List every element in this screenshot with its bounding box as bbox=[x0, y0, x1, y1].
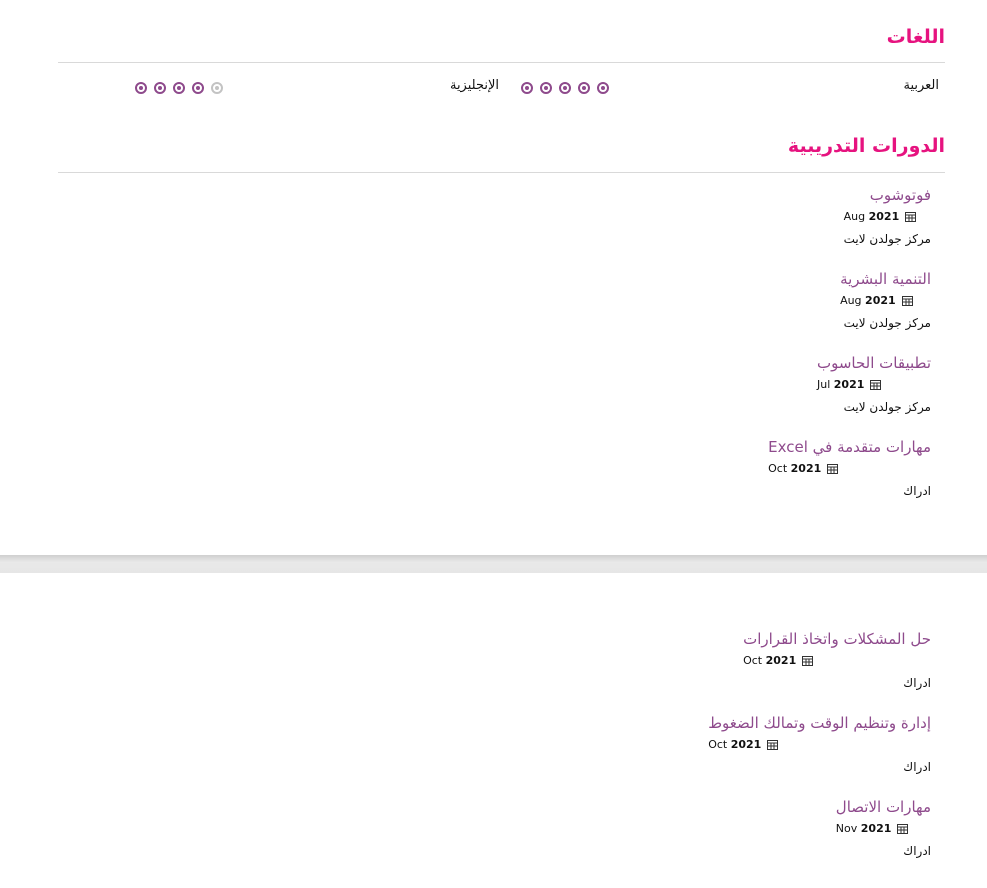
rating-dot-icon bbox=[597, 82, 609, 94]
language-rating-arabic bbox=[521, 82, 609, 94]
calendar-icon bbox=[905, 212, 917, 222]
page-separator bbox=[0, 555, 987, 573]
calendar-icon bbox=[802, 656, 814, 666]
course-organization: ادراك bbox=[903, 844, 931, 858]
course-title: مهارات متقدمة في Excel bbox=[768, 438, 931, 456]
course-title: التنمية البشرية bbox=[840, 270, 931, 288]
course-title: مهارات الاتصال bbox=[835, 798, 931, 816]
course-year: 2021 bbox=[833, 378, 865, 391]
rating-dot-icon bbox=[154, 82, 166, 94]
course-month: Oct bbox=[743, 654, 763, 667]
course-item: تطبيقات الحاسوب Jul 2021 مركز جولدن لايت bbox=[817, 354, 931, 414]
courses-divider bbox=[58, 172, 945, 173]
course-item: التنمية البشرية Aug 2021 مركز جولدن لايت bbox=[840, 270, 931, 330]
course-item: مهارات متقدمة في Excel Oct 2021 ادراك bbox=[768, 438, 931, 498]
calendar-icon bbox=[897, 824, 909, 834]
calendar-icon bbox=[827, 464, 839, 474]
course-date: Oct 2021 bbox=[768, 462, 931, 476]
rating-dot-icon bbox=[521, 82, 533, 94]
course-date: Oct 2021 bbox=[743, 654, 931, 668]
rating-dot-icon bbox=[540, 82, 552, 94]
calendar-icon bbox=[767, 740, 779, 750]
language-name-english: الإنجليزية bbox=[449, 78, 499, 93]
cv-page-1: اللغات العربية الإنجليزية الدورات التدري… bbox=[0, 0, 987, 555]
course-organization: ادراك bbox=[903, 484, 931, 498]
rating-dot-icon bbox=[559, 82, 571, 94]
course-date: Oct 2021 bbox=[708, 738, 931, 752]
courses-heading: الدورات التدريبية bbox=[787, 135, 945, 157]
course-organization: مركز جولدن لايت bbox=[843, 316, 931, 330]
course-title: حل المشكلات واتخاذ القرارات bbox=[743, 630, 931, 648]
course-item: حل المشكلات واتخاذ القرارات Oct 2021 ادر… bbox=[743, 630, 931, 690]
course-title: إدارة وتنظيم الوقت وتمالك الضغوط bbox=[708, 714, 931, 732]
course-date: Nov 2021 bbox=[836, 822, 931, 836]
language-name-arabic: العربية bbox=[903, 78, 939, 93]
rating-dot-icon bbox=[173, 82, 185, 94]
course-month: Aug bbox=[843, 210, 866, 223]
course-item: إدارة وتنظيم الوقت وتمالك الضغوط Oct 202… bbox=[708, 714, 931, 774]
rating-dot-icon bbox=[135, 82, 147, 94]
course-month: Oct bbox=[768, 462, 788, 475]
course-title: فوتوشوب bbox=[869, 186, 931, 204]
course-date: Jul 2021 bbox=[817, 378, 931, 392]
course-year: 2021 bbox=[868, 210, 900, 223]
course-year: 2021 bbox=[860, 822, 892, 835]
rating-dot-icon bbox=[192, 82, 204, 94]
course-month: Jul bbox=[816, 378, 831, 391]
calendar-icon bbox=[901, 296, 913, 306]
calendar-icon bbox=[870, 380, 882, 390]
languages-row: العربية الإنجليزية bbox=[58, 76, 945, 100]
course-year: 2021 bbox=[790, 462, 822, 475]
course-organization: مركز جولدن لايت bbox=[843, 400, 931, 414]
language-rating-english bbox=[135, 82, 223, 94]
course-item: مهارات الاتصال Nov 2021 ادراك bbox=[836, 798, 931, 858]
languages-divider bbox=[58, 62, 945, 63]
course-date: Aug 2021 bbox=[844, 210, 931, 224]
course-date: Aug 2021 bbox=[840, 294, 931, 308]
course-month: Aug bbox=[840, 294, 862, 307]
course-year: 2021 bbox=[865, 294, 896, 307]
rating-dot-icon bbox=[578, 82, 590, 94]
languages-heading: اللغات bbox=[886, 26, 945, 48]
course-month: Oct bbox=[708, 738, 728, 751]
course-organization: مركز جولدن لايت bbox=[843, 232, 931, 246]
course-item: فوتوشوب Aug 2021 مركز جولدن لايت bbox=[844, 186, 931, 246]
course-title: تطبيقات الحاسوب bbox=[816, 354, 931, 372]
rating-dot-icon bbox=[211, 82, 223, 94]
course-year: 2021 bbox=[765, 654, 797, 667]
course-organization: ادراك bbox=[903, 760, 931, 774]
course-organization: ادراك bbox=[903, 676, 931, 690]
course-year: 2021 bbox=[730, 738, 762, 751]
course-month: Nov bbox=[835, 822, 858, 835]
cv-page-2: حل المشكلات واتخاذ القرارات Oct 2021 ادر… bbox=[0, 573, 987, 888]
